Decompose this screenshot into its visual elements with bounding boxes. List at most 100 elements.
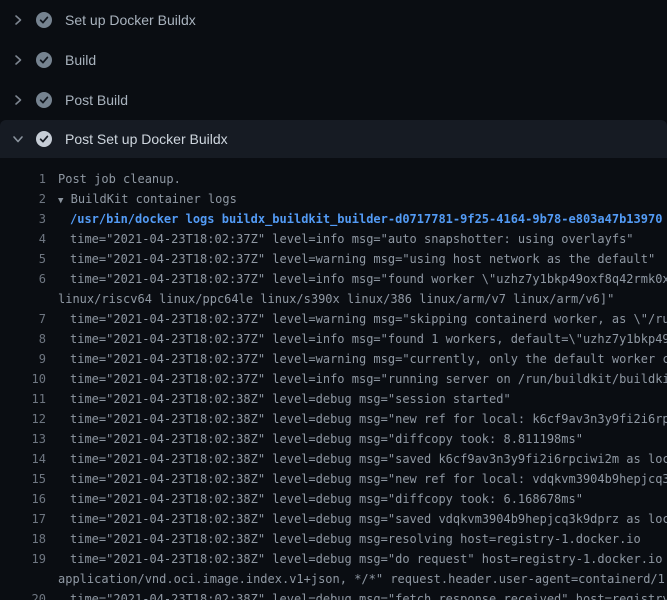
- step-row-post-set-up-docker-buildx[interactable]: Post Set up Docker Buildx: [0, 120, 667, 158]
- chevron-right-icon[interactable]: [10, 52, 26, 68]
- log-segment: time="2021-04-23T18:02:37Z" level=warnin…: [70, 312, 667, 326]
- log-line: 8 time="2021-04-23T18:02:37Z" level=info …: [0, 329, 667, 349]
- log-text: time="2021-04-23T18:02:38Z" level=debug …: [46, 549, 667, 569]
- line-number: [0, 569, 46, 589]
- line-number[interactable]: 8: [0, 329, 46, 349]
- log-segment: Post job cleanup.: [58, 172, 181, 186]
- log-segment: time="2021-04-23T18:02:38Z" level=debug …: [70, 512, 667, 526]
- log-segment: time="2021-04-23T18:02:37Z" level=info m…: [70, 332, 667, 346]
- log-line: 14 time="2021-04-23T18:02:38Z" level=debu…: [0, 449, 667, 469]
- check-circle-icon: [36, 52, 52, 68]
- log-text: time="2021-04-23T18:02:37Z" level=warnin…: [46, 309, 667, 329]
- log-text: time="2021-04-23T18:02:37Z" level=info m…: [46, 269, 667, 289]
- log-text: time="2021-04-23T18:02:37Z" level=info m…: [46, 369, 667, 389]
- log-text: ▼ BuildKit container logs: [46, 189, 237, 209]
- log-line: 3/usr/bin/docker logs buildx_buildkit_bu…: [0, 209, 667, 229]
- log-text: time="2021-04-23T18:02:38Z" level=debug …: [46, 469, 667, 489]
- line-number: [0, 289, 46, 309]
- log-segment: time="2021-04-23T18:02:38Z" level=debug …: [70, 392, 511, 406]
- step-label: Post Build: [65, 92, 128, 108]
- log-segment: application/vnd.oci.image.index.v1+json,…: [58, 572, 667, 586]
- log-segment: time="2021-04-23T18:02:38Z" level=debug …: [70, 432, 583, 446]
- chevron-right-icon[interactable]: [10, 92, 26, 108]
- log-line: 18 time="2021-04-23T18:02:38Z" level=debu…: [0, 529, 667, 549]
- log-text: time="2021-04-23T18:02:37Z" level=warnin…: [46, 349, 667, 369]
- log-line: 5 time="2021-04-23T18:02:37Z" level=warni…: [0, 249, 667, 269]
- log-line: 10 time="2021-04-23T18:02:37Z" level=info…: [0, 369, 667, 389]
- log-line: linux/riscv64 linux/ppc64le linux/s390x …: [0, 289, 667, 309]
- command-text: /usr/bin/docker logs buildx_buildkit_bui…: [70, 212, 662, 226]
- line-number[interactable]: 13: [0, 429, 46, 449]
- log-text: time="2021-04-23T18:02:38Z" level=debug …: [46, 429, 583, 449]
- log-text: time="2021-04-23T18:02:37Z" level=warnin…: [46, 249, 655, 269]
- step-row-post-build[interactable]: Post Build: [0, 80, 667, 120]
- log-segment: time="2021-04-23T18:02:38Z" level=debug …: [70, 452, 667, 466]
- log-text: linux/riscv64 linux/ppc64le linux/s390x …: [46, 289, 614, 309]
- line-number[interactable]: 3: [0, 209, 46, 229]
- log-line: 6 time="2021-04-23T18:02:37Z" level=info …: [0, 269, 667, 289]
- check-circle-icon: [36, 92, 52, 108]
- check-circle-icon: [36, 131, 52, 147]
- log-text: time="2021-04-23T18:02:38Z" level=debug …: [46, 589, 667, 600]
- log-segment: time="2021-04-23T18:02:38Z" level=debug …: [70, 472, 667, 486]
- log-segment: time="2021-04-23T18:02:38Z" level=debug …: [70, 492, 583, 506]
- line-number[interactable]: 18: [0, 529, 46, 549]
- log-line: 17 time="2021-04-23T18:02:38Z" level=debu…: [0, 509, 667, 529]
- line-number[interactable]: 12: [0, 409, 46, 429]
- log-text: time="2021-04-23T18:02:38Z" level=debug …: [46, 409, 667, 429]
- log-line: 16 time="2021-04-23T18:02:38Z" level=debu…: [0, 489, 667, 509]
- log-segment: time="2021-04-23T18:02:37Z" level=info m…: [70, 232, 634, 246]
- log-line: 20time="2021-04-23T18:02:38Z" level=debu…: [0, 589, 667, 600]
- chevron-down-icon[interactable]: [10, 131, 26, 147]
- log-line: 4 time="2021-04-23T18:02:37Z" level=info …: [0, 229, 667, 249]
- line-number[interactable]: 16: [0, 489, 46, 509]
- log-line: application/vnd.oci.image.index.v1+json,…: [0, 569, 667, 589]
- log-text: Post job cleanup.: [46, 169, 181, 189]
- log-line: 15 time="2021-04-23T18:02:38Z" level=debu…: [0, 469, 667, 489]
- log-text: time="2021-04-23T18:02:38Z" level=debug …: [46, 449, 667, 469]
- log-segment: time="2021-04-23T18:02:37Z" level=info m…: [70, 372, 667, 386]
- log-text: time="2021-04-23T18:02:38Z" level=debug …: [46, 489, 583, 509]
- line-number[interactable]: 4: [0, 229, 46, 249]
- line-number[interactable]: 2: [0, 189, 46, 209]
- line-number[interactable]: 20: [0, 589, 46, 600]
- line-number[interactable]: 7: [0, 309, 46, 329]
- log-line: 9 time="2021-04-23T18:02:37Z" level=warni…: [0, 349, 667, 369]
- chevron-right-icon[interactable]: [10, 12, 26, 28]
- step-row-build[interactable]: Build: [0, 40, 667, 80]
- log-segment: linux/riscv64 linux/ppc64le linux/s390x …: [58, 292, 614, 306]
- log-segment: time="2021-04-23T18:02:38Z" level=debug …: [70, 532, 641, 546]
- step-row-set-up-docker-buildx[interactable]: Set up Docker Buildx: [0, 0, 667, 40]
- log-line: 2▼ BuildKit container logs: [0, 189, 667, 209]
- log-text: time="2021-04-23T18:02:38Z" level=debug …: [46, 509, 667, 529]
- line-number[interactable]: 5: [0, 249, 46, 269]
- step-label: Build: [65, 52, 96, 68]
- line-number[interactable]: 11: [0, 389, 46, 409]
- log-line: 19 time="2021-04-23T18:02:38Z" level=debu…: [0, 549, 667, 569]
- line-number[interactable]: 9: [0, 349, 46, 369]
- step-label: Set up Docker Buildx: [65, 12, 196, 28]
- line-number[interactable]: 14: [0, 449, 46, 469]
- log-text: /usr/bin/docker logs buildx_buildkit_bui…: [46, 209, 662, 229]
- log-segment: time="2021-04-23T18:02:37Z" level=warnin…: [70, 352, 667, 366]
- log-segment: time="2021-04-23T18:02:37Z" level=warnin…: [70, 252, 655, 266]
- log-line: 7 time="2021-04-23T18:02:37Z" level=warni…: [0, 309, 667, 329]
- log-line: 11 time="2021-04-23T18:02:38Z" level=debu…: [0, 389, 667, 409]
- line-number[interactable]: 6: [0, 269, 46, 289]
- log-text: time="2021-04-23T18:02:38Z" level=debug …: [46, 389, 511, 409]
- log-segment: time="2021-04-23T18:02:37Z" level=info m…: [70, 272, 667, 286]
- line-number[interactable]: 15: [0, 469, 46, 489]
- step-label: Post Set up Docker Buildx: [65, 131, 228, 147]
- line-number[interactable]: 17: [0, 509, 46, 529]
- log-segment: time="2021-04-23T18:02:38Z" level=debug …: [70, 412, 667, 426]
- line-number[interactable]: 19: [0, 549, 46, 569]
- actions-log-viewer: Set up Docker Buildx Build Post Build Po…: [0, 0, 667, 600]
- log-text: time="2021-04-23T18:02:37Z" level=info m…: [46, 229, 634, 249]
- line-number[interactable]: 1: [0, 169, 46, 189]
- log-segment: BuildKit container logs: [63, 192, 236, 206]
- log-line: 12 time="2021-04-23T18:02:38Z" level=debu…: [0, 409, 667, 429]
- log-line: 13 time="2021-04-23T18:02:38Z" level=debu…: [0, 429, 667, 449]
- log-segment: time="2021-04-23T18:02:38Z" level=debug …: [70, 552, 667, 566]
- line-number[interactable]: 10: [0, 369, 46, 389]
- log-text: time="2021-04-23T18:02:37Z" level=info m…: [46, 329, 667, 349]
